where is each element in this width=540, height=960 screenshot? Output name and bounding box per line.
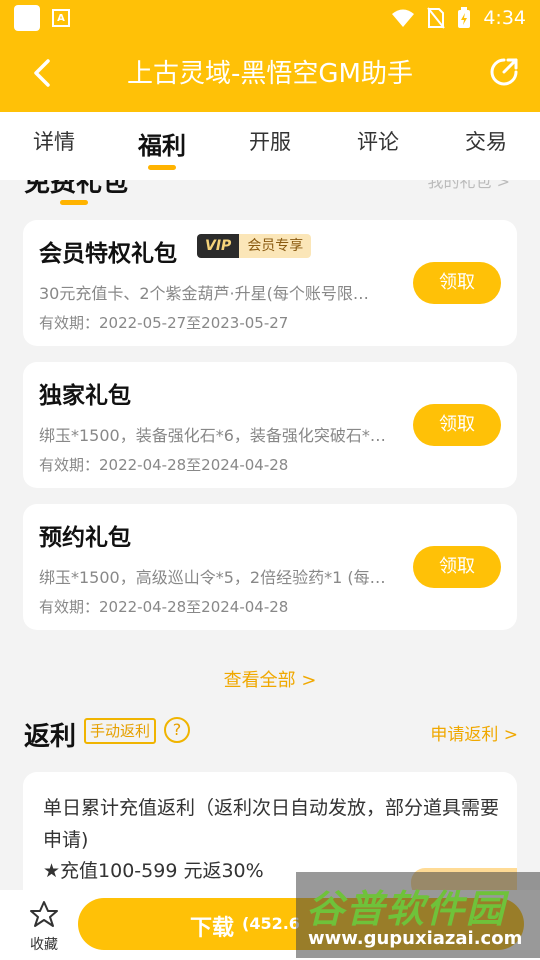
tab-details[interactable]: 详情 [0,112,108,180]
view-all-link[interactable]: 查看全部 > [0,666,540,692]
rebate-tier: ★充值100-599 元返30% [43,860,264,882]
gift-section-title: 免费礼包 [24,180,129,198]
gift-card: 预约礼包 绑玉*1500，高级巡山令*5，2倍经验药*1 (每… 有效期：202… [23,504,517,630]
status-icons: 4:34 [391,7,526,29]
rebate-title: 返利 [24,722,77,752]
battery-icon [458,7,471,28]
claim-button[interactable]: 领取 [413,546,501,588]
tab-comments[interactable]: 评论 [324,112,432,180]
tab-server[interactable]: 开服 [216,112,324,180]
share-icon[interactable] [486,54,522,90]
wifi-icon [392,9,415,27]
vip-badge-label: 会员专享 [239,234,312,258]
gift-title: 预约礼包 [39,525,131,551]
clock: 4:34 [483,7,526,29]
site-watermark: 谷普软件园 www.gupuxiazai.com [296,872,540,958]
gift-description: 绑玉*1500，装备强化石*6，装备强化突破石*… [39,426,386,445]
back-arrow-icon[interactable] [26,56,60,90]
welfare-content[interactable]: 免费礼包 我的礼包 > 会员特权礼包 VIP 会员专享 30元充值卡、2个紫金葫… [0,180,540,890]
app-badge-icon: A [52,9,70,27]
vip-badge: VIP 会员专享 [197,234,312,258]
no-sim-icon [427,7,446,29]
rebate-description: 单日累计充值返利（返利次日自动发放，部分道具需要申请) [43,797,500,851]
download-size: (452.6 [242,914,300,933]
star-icon [30,901,58,927]
gift-validity: 有效期：2022-04-28至2024-04-28 [39,456,289,474]
tab-welfare[interactable]: 福利 [108,112,216,180]
tab-bar: 详情 福利 开服 评论 交易 [0,112,540,180]
page-title: 上古灵域-黑悟空GM助手 [127,59,413,89]
rebate-tag: 手动返利 [84,718,157,744]
status-bar: A 4:34 [0,0,540,36]
help-icon[interactable]: ? [164,717,190,743]
watermark-logo: 谷普软件园 [306,887,507,931]
favorite-button[interactable]: 收藏 [22,900,66,954]
section-underline [60,200,88,205]
gift-card: 独家礼包 绑玉*1500，装备强化石*6，装备强化突破石*… 有效期：2022-… [23,362,517,488]
notification-icon [14,5,40,31]
app-header: 上古灵域-黑悟空GM助手 [0,36,540,112]
gift-title: 独家礼包 [39,383,131,409]
gift-title: 会员特权礼包 [39,241,177,267]
watermark-url: www.gupuxiazai.com [308,928,523,949]
download-label: 下载 [190,916,235,941]
gift-description: 30元充值卡、2个紫金葫芦·升星(每个账号限… [39,284,369,303]
gift-description: 绑玉*1500，高级巡山令*5，2倍经验药*1 (每… [39,568,386,587]
gift-card: 会员特权礼包 VIP 会员专享 30元充值卡、2个紫金葫芦·升星(每个账号限… … [23,220,517,346]
gift-validity: 有效期：2022-05-27至2023-05-27 [39,314,289,332]
my-gifts-link[interactable]: 我的礼包 > [428,180,511,192]
claim-button[interactable]: 领取 [413,262,501,304]
claim-button[interactable]: 领取 [413,404,501,446]
gift-validity: 有效期：2022-04-28至2024-04-28 [39,598,289,616]
tab-trade[interactable]: 交易 [432,112,540,180]
apply-rebate-link[interactable]: 申请返利 > [430,720,518,745]
favorite-label: 收藏 [30,937,58,953]
vip-logo: VIP [197,234,240,258]
